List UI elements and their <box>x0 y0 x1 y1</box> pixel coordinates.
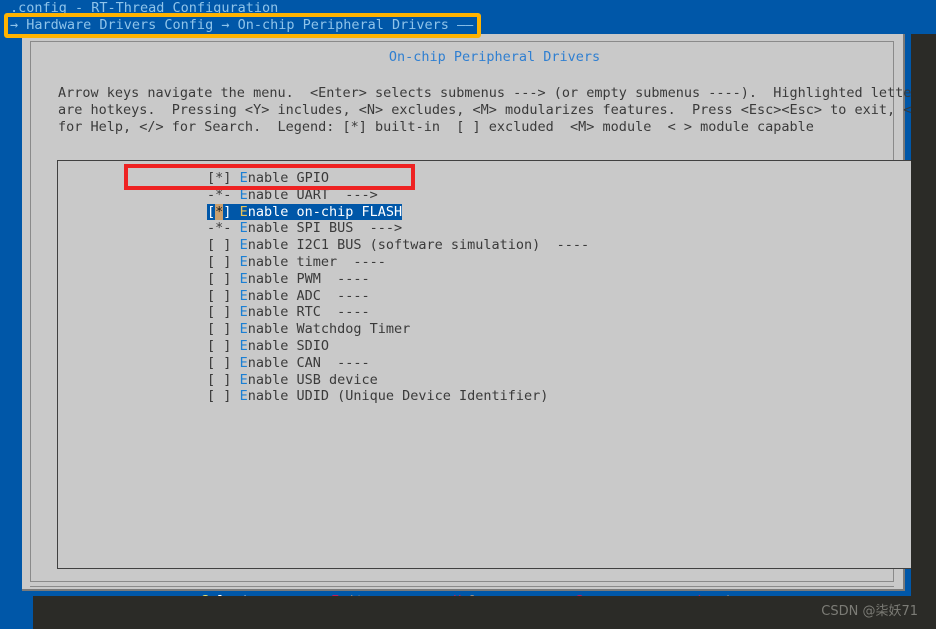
menu-item-hotkey: E <box>239 371 248 388</box>
menu-item[interactable]: [ ] Enable Watchdog Timer <box>207 321 410 338</box>
terminal-screen: .config - RT-Thread Configuration → Hard… <box>0 0 936 629</box>
menu-item[interactable]: [ ] Enable RTC ---- <box>207 304 370 321</box>
menu-item-hotkey: E <box>239 337 248 354</box>
frame-title-text: On-chip Peripheral Drivers <box>382 49 607 65</box>
help-text: Arrow keys navigate the menu. <Enter> se… <box>58 85 928 136</box>
menu-item-gap <box>231 388 239 404</box>
menu-item-hotkey: E <box>239 237 248 254</box>
menu-item[interactable]: [ ] Enable PWM ---- <box>207 271 370 288</box>
menu-item-submenu-marker: ---- <box>337 253 386 270</box>
menu-item-hotkey: E <box>239 321 248 338</box>
menu-item-checkbox: [ ] <box>207 388 232 405</box>
menu-item-submenu-marker: ---> <box>328 186 378 203</box>
menu-item-hotkey: E <box>239 220 248 237</box>
menu-item-label: nable on-chip FLASH <box>247 203 403 220</box>
menu-item[interactable]: -*- Enable UART ---> <box>207 187 378 204</box>
menu-item-label: nable UART <box>247 186 329 203</box>
menu-item-hotkey: E <box>239 354 248 371</box>
menu-item[interactable]: [ ] Enable I2C1 BUS (software simulation… <box>207 237 589 254</box>
menu-item-gap <box>231 220 239 236</box>
menu-item-label: nable UDID (Unique Device Identifier) <box>247 388 549 405</box>
menu-item-gap <box>231 288 239 304</box>
menu-item-checkbox: [*] <box>207 203 232 220</box>
menu-item-checkbox: [ ] <box>207 321 232 338</box>
menu-item-hotkey: E <box>239 253 248 270</box>
menu-item-submenu-marker: ---- <box>540 237 590 254</box>
menu-item-checkbox: [ ] <box>207 253 232 270</box>
menu-item-label: nable timer <box>247 253 338 270</box>
menu-item-submenu-marker: ---> <box>353 220 403 237</box>
menu-item-checkbox: [ ] <box>207 337 232 354</box>
menu-item[interactable]: -*- Enable SPI BUS ---> <box>207 220 402 237</box>
watermark: CSDN @柒妖71 <box>821 604 918 619</box>
menu-item-gap <box>231 237 239 253</box>
menu-item-submenu-marker: ---- <box>320 354 370 371</box>
menu-item-gap <box>231 338 239 354</box>
frame-title: On-chip Peripheral Drivers <box>31 32 893 83</box>
menu-item-hotkey: E <box>239 304 248 321</box>
menu-item-label: nable PWM <box>247 270 321 287</box>
menu-item-hotkey: E <box>239 388 248 405</box>
menu-item-gap <box>231 271 239 287</box>
menu-item-checkbox: [ ] <box>207 237 232 254</box>
menu-item-label: nable CAN <box>247 354 321 371</box>
bottom-chrome-bar <box>33 596 936 629</box>
menu-item-submenu-marker: ---- <box>320 287 370 304</box>
menu-item-checkbox: [ ] <box>207 287 232 304</box>
menu-item[interactable]: [ ] Enable CAN ---- <box>207 355 370 372</box>
menu-item-label: nable SPI BUS <box>247 220 354 237</box>
menu-item-gap <box>231 355 239 371</box>
menu-item-gap <box>231 304 239 320</box>
menu-item-label: nable GPIO <box>247 170 329 186</box>
menu-item-label: nable Watchdog Timer <box>247 321 411 338</box>
menu-item[interactable]: [*] Enable on-chip FLASH <box>207 203 403 221</box>
menuconfig-dialog: On-chip Peripheral Drivers Arrow keys na… <box>22 32 928 610</box>
menu-item-label: nable ADC <box>247 287 321 304</box>
menu-item[interactable]: [ ] Enable UDID (Unique Device Identifie… <box>207 388 548 405</box>
menu-item[interactable]: [*] Enable GPIO <box>207 170 329 187</box>
menu-item-hotkey: E <box>239 170 248 186</box>
menu-item-label: nable USB device <box>247 371 378 388</box>
menu-item[interactable]: [ ] Enable SDIO <box>207 338 329 355</box>
menu-item-checkbox: [*] <box>207 170 232 186</box>
menu-item-hotkey: E <box>239 186 248 203</box>
menu-item-hotkey: E <box>239 287 248 304</box>
menu-item-checkbox: -*- <box>207 186 232 203</box>
menu-item-gap <box>231 187 239 203</box>
menu-item[interactable]: [ ] Enable timer ---- <box>207 254 386 271</box>
menu-item-label: nable SDIO <box>247 337 329 354</box>
terminal-title: .config - RT-Thread Configuration <box>10 0 279 16</box>
menu-item-gap <box>231 204 239 220</box>
menu-item-submenu-marker: ---- <box>320 270 370 287</box>
menu-item-gap <box>231 254 239 270</box>
menu-item-checkbox: [ ] <box>207 304 232 321</box>
menu-item-submenu-marker: ---- <box>320 304 370 321</box>
menu-item[interactable]: [ ] Enable ADC ---- <box>207 288 370 305</box>
menu-item-label: nable I2C1 BUS (software simulation) <box>247 237 541 254</box>
menu-item-checkbox: [ ] <box>207 371 232 388</box>
menu-item-gap <box>231 372 239 388</box>
menu-item-checkbox: [ ] <box>207 354 232 371</box>
menu-item[interactable]: [ ] Enable USB device <box>207 372 378 389</box>
menu-item-checkbox: -*- <box>207 220 232 237</box>
menu-item-hotkey: E <box>239 270 248 287</box>
menu-item-gap <box>231 170 239 186</box>
button-bar-separator <box>30 586 894 587</box>
menu-item-label: nable RTC <box>247 304 321 321</box>
menu-item-checkbox: [ ] <box>207 270 232 287</box>
menu-list-box[interactable]: [*] Enable GPIO -*- Enable UART ---> [*] E… <box>57 160 915 569</box>
menu-item-hotkey: E <box>239 203 248 220</box>
menu-item-gap <box>231 321 239 337</box>
menu-items: [*] Enable GPIO -*- Enable UART ---> [*] E… <box>207 170 907 405</box>
right-chrome-bar <box>911 34 936 596</box>
